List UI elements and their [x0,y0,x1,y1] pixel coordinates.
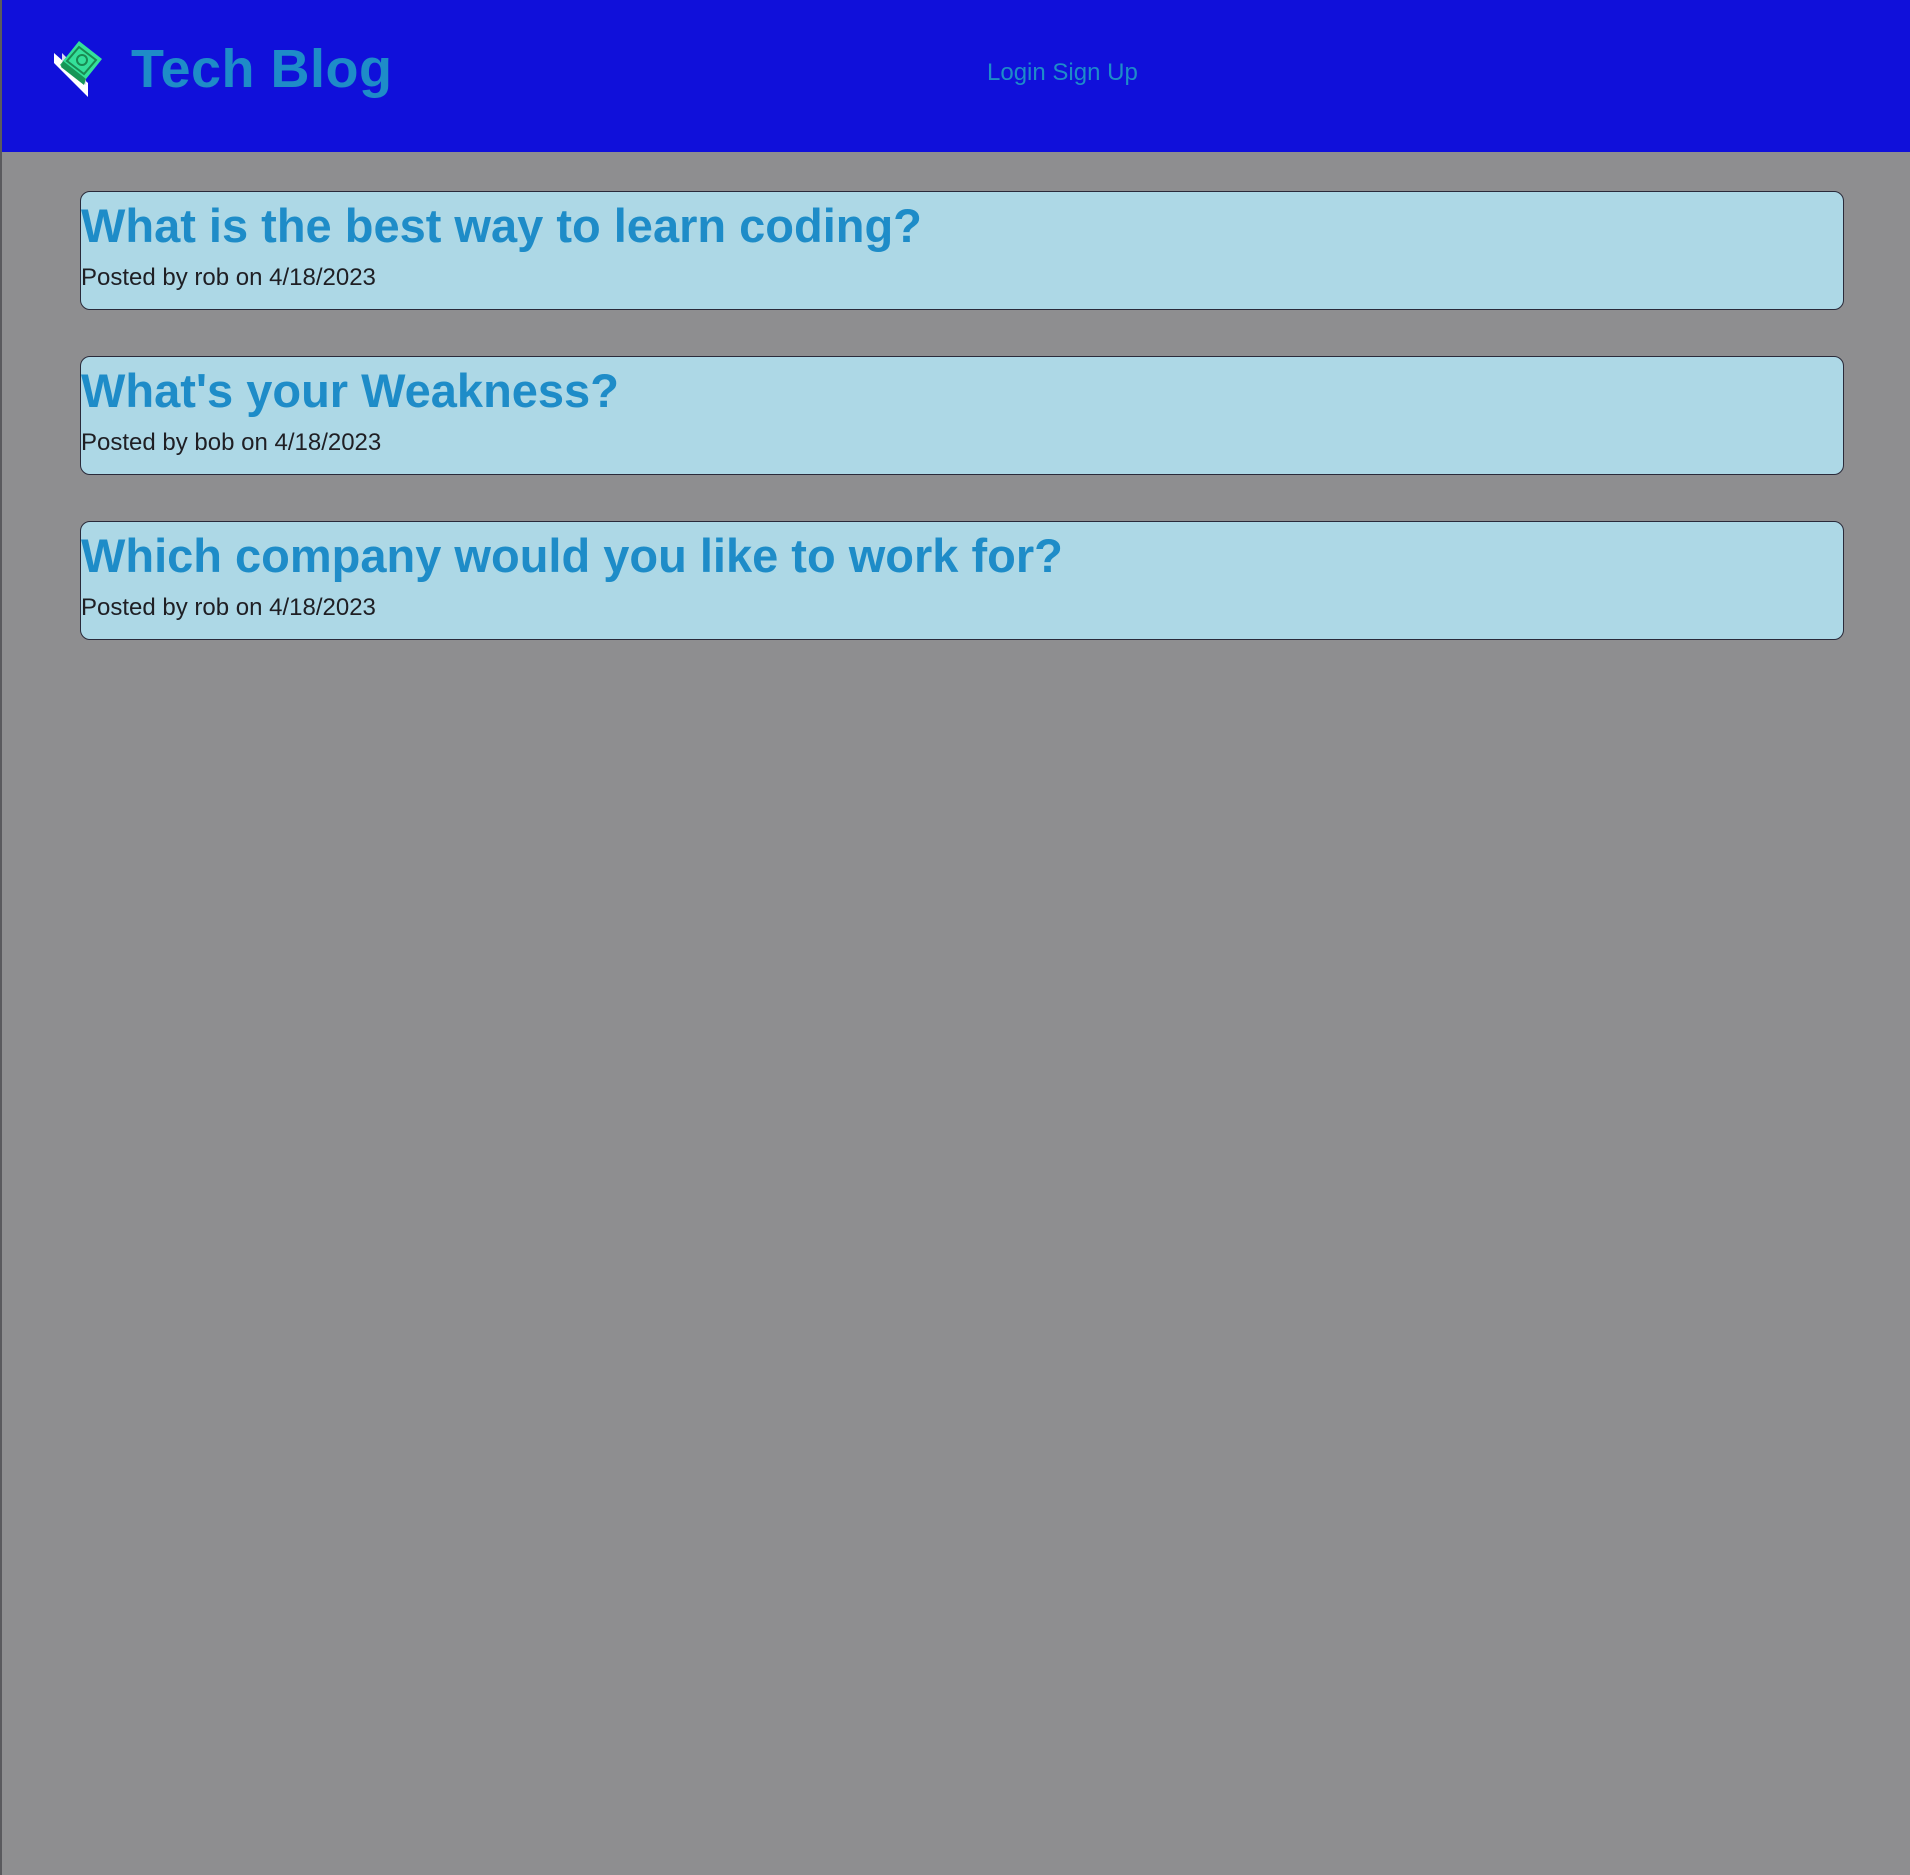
post-card[interactable]: What is the best way to learn coding? Po… [80,191,1844,310]
post-title[interactable]: Which company would you like to work for… [81,528,1063,584]
post-meta: Posted by rob on 4/18/2023 [81,264,376,291]
post-title[interactable]: What's your Weakness? [81,363,619,419]
post-list: What is the best way to learn coding? Po… [80,191,1844,686]
signup-link[interactable]: Sign Up [1052,59,1137,86]
post-title[interactable]: What is the best way to learn coding? [81,198,922,254]
home-link[interactable]: Tech Blog [52,38,393,100]
post-card[interactable]: Which company would you like to work for… [80,521,1844,640]
post-meta: Posted by bob on 4/18/2023 [81,429,382,456]
money-bill-icon [54,41,102,97]
site-header: Tech Blog Login Sign Up [2,0,1910,152]
login-link[interactable]: Login [987,59,1046,86]
site-title: Tech Blog [131,39,393,99]
post-meta: Posted by rob on 4/18/2023 [81,594,376,621]
post-card[interactable]: What's your Weakness? Posted by bob on 4… [80,356,1844,475]
main-nav: Login Sign Up [987,58,1138,88]
